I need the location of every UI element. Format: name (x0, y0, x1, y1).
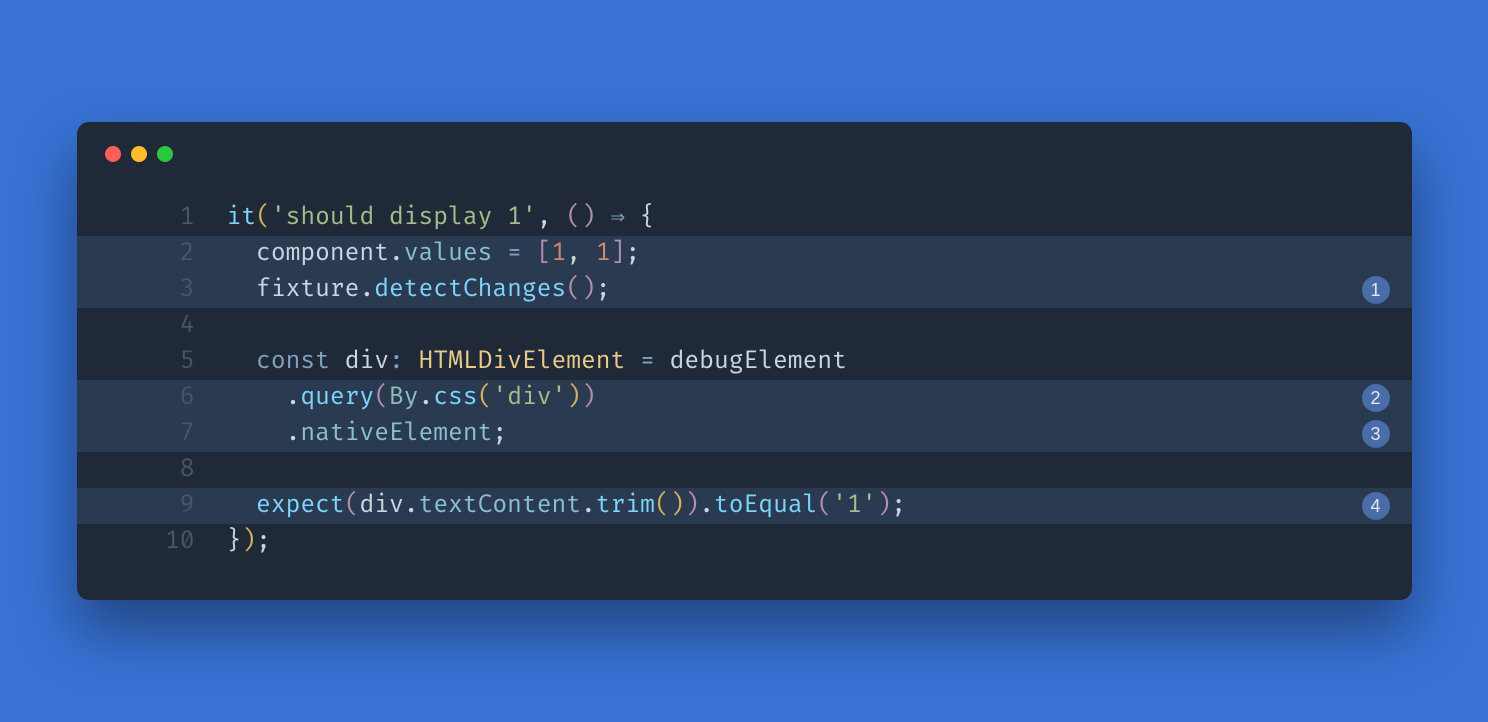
annotation-badge: 3 (1362, 420, 1390, 448)
code-content: fixture.detectChanges(); (227, 272, 1412, 308)
code-content: component.values = [1, 1]; (227, 236, 1412, 272)
line-number: 10 (77, 524, 227, 560)
line-number: 2 (77, 236, 227, 272)
code-line: 5 const div: HTMLDivElement = debugEleme… (77, 344, 1412, 380)
code-line: 8 (77, 452, 1412, 488)
line-number: 1 (77, 200, 227, 236)
code-line: 1 it('should display 1', () ⇒ { (77, 200, 1412, 236)
code-line: 7 .nativeElement; 3 (77, 416, 1412, 452)
annotation-badge: 1 (1362, 276, 1390, 304)
code-content: .nativeElement; (227, 416, 1412, 452)
code-content: it('should display 1', () ⇒ { (227, 200, 1412, 236)
line-number: 3 (77, 272, 227, 308)
editor-window: 1 it('should display 1', () ⇒ { 2 compon… (77, 122, 1412, 600)
line-number: 8 (77, 452, 227, 488)
titlebar (77, 122, 1412, 170)
zoom-icon[interactable] (157, 146, 173, 162)
code-line: 3 fixture.detectChanges(); 1 (77, 272, 1412, 308)
code-content: const div: HTMLDivElement = debugElement (227, 344, 1412, 380)
code-line: 9 expect(div.textContent.trim()).toEqual… (77, 488, 1412, 524)
code-line: 2 component.values = [1, 1]; (77, 236, 1412, 272)
code-area[interactable]: 1 it('should display 1', () ⇒ { 2 compon… (77, 170, 1412, 600)
annotation-badge: 4 (1362, 492, 1390, 520)
line-number: 7 (77, 416, 227, 452)
code-content: expect(div.textContent.trim()).toEqual('… (227, 488, 1412, 524)
code-line: 6 .query(By.css('div')) 2 (77, 380, 1412, 416)
line-number: 5 (77, 344, 227, 380)
line-number: 6 (77, 380, 227, 416)
code-line: 10 }); (77, 524, 1412, 560)
close-icon[interactable] (105, 146, 121, 162)
code-line: 4 (77, 308, 1412, 344)
line-number: 4 (77, 308, 227, 344)
line-number: 9 (77, 488, 227, 524)
annotation-badge: 2 (1362, 384, 1390, 412)
code-content: }); (227, 524, 1412, 560)
minimize-icon[interactable] (131, 146, 147, 162)
code-content: .query(By.css('div')) (227, 380, 1412, 416)
